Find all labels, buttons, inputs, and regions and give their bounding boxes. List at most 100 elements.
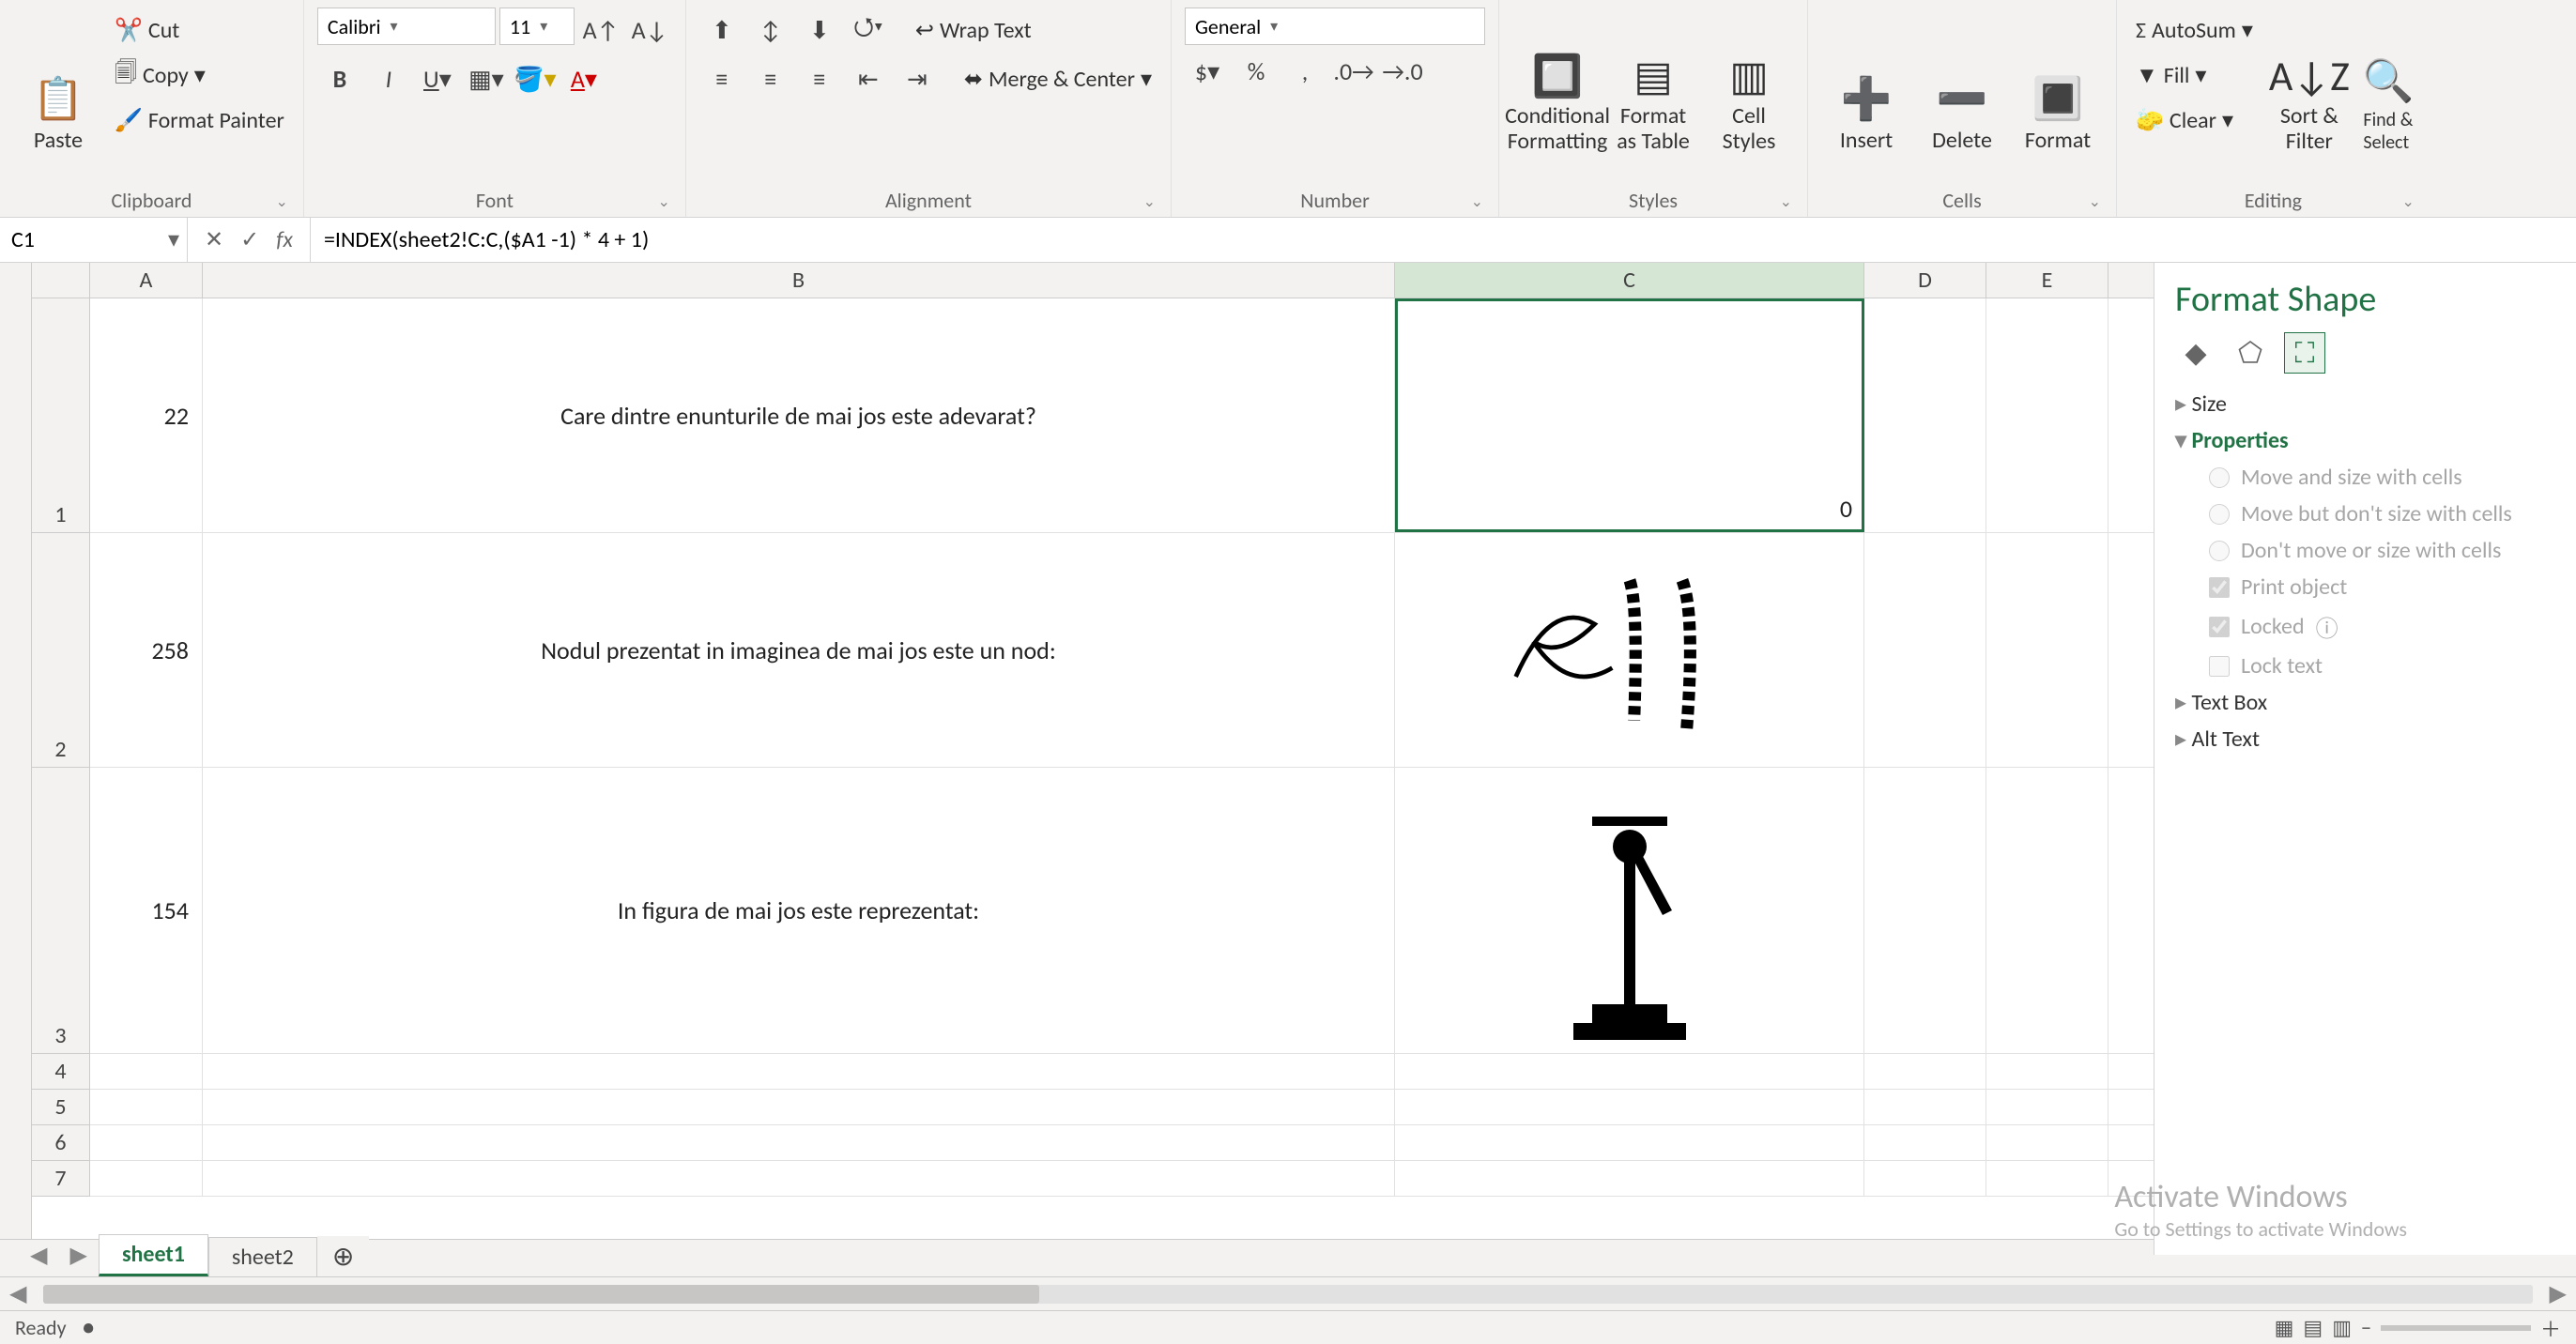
merge-center-button[interactable]: ⬌ Merge & Center▾ bbox=[958, 56, 1158, 101]
row-header[interactable]: 6 bbox=[32, 1125, 90, 1161]
zoom-in-icon[interactable]: ＋ bbox=[2540, 1313, 2561, 1343]
tab-prev-icon[interactable]: ◀ bbox=[19, 1234, 58, 1276]
col-header-d[interactable]: D bbox=[1864, 263, 1986, 298]
effects-tab-icon[interactable]: ⬠ bbox=[2230, 332, 2271, 374]
format-painter-button[interactable]: 🖌️ Format Painter bbox=[109, 98, 290, 143]
sheet-tab-2[interactable]: sheet2 bbox=[208, 1237, 317, 1276]
wrap-text-button[interactable]: ↩ Wrap Text bbox=[910, 8, 1037, 53]
cut-button[interactable]: ✂️ Cut bbox=[109, 8, 290, 53]
view-normal-icon[interactable]: ▦ bbox=[2275, 1315, 2294, 1340]
border-button[interactable]: ▦▾ bbox=[464, 56, 509, 101]
cell-C6[interactable] bbox=[1395, 1125, 1864, 1160]
decrease-font-icon[interactable]: A↓ bbox=[627, 8, 672, 53]
scroll-left-icon[interactable]: ◀ bbox=[0, 1280, 36, 1307]
zoom-out-icon[interactable]: − bbox=[2361, 1315, 2371, 1340]
bold-button[interactable]: B bbox=[317, 56, 362, 101]
percent-icon[interactable]: % bbox=[1234, 49, 1279, 94]
cell-C3[interactable] bbox=[1395, 768, 1864, 1053]
row-header[interactable]: 7 bbox=[32, 1161, 90, 1197]
align-right-icon[interactable]: ≡ bbox=[797, 56, 842, 101]
col-header-b[interactable]: B bbox=[203, 263, 1395, 298]
copy-button[interactable]: 🗐 Copy▾ bbox=[109, 53, 290, 98]
col-header-e[interactable]: E bbox=[1986, 263, 2108, 298]
align-bottom-icon[interactable]: ⬇ bbox=[797, 8, 842, 53]
cell-C4[interactable] bbox=[1395, 1054, 1864, 1089]
format-as-table-button[interactable]: ▤ Format as Table bbox=[1608, 8, 1698, 154]
align-left-icon[interactable]: ≡ bbox=[699, 56, 744, 101]
cell-B1[interactable]: Care dintre enunturile de mai jos este a… bbox=[203, 298, 1395, 532]
sheet-tab-1[interactable]: sheet1 bbox=[99, 1234, 208, 1276]
font-color-button[interactable]: A▾ bbox=[561, 56, 606, 101]
indent-increase-icon[interactable]: ⇥ bbox=[895, 56, 940, 101]
cell-D4[interactable] bbox=[1864, 1054, 1986, 1089]
cell-A7[interactable] bbox=[90, 1161, 203, 1196]
indent-decrease-icon[interactable]: ⇤ bbox=[846, 56, 891, 101]
cell-B6[interactable] bbox=[203, 1125, 1395, 1160]
section-textbox[interactable]: Text Box bbox=[2175, 689, 2555, 716]
align-middle-icon[interactable]: ↕ bbox=[748, 8, 793, 53]
cell-D5[interactable] bbox=[1864, 1090, 1986, 1124]
cell-C5[interactable] bbox=[1395, 1090, 1864, 1124]
name-box[interactable]: C1 bbox=[0, 218, 188, 262]
cell-C2[interactable] bbox=[1395, 533, 1864, 767]
cell-A4[interactable] bbox=[90, 1054, 203, 1089]
cell-D6[interactable] bbox=[1864, 1125, 1986, 1160]
col-header-a[interactable]: A bbox=[90, 263, 203, 298]
cell-D1[interactable] bbox=[1864, 298, 1986, 532]
cell-A1[interactable]: 22 bbox=[90, 298, 203, 532]
cell-E3[interactable] bbox=[1986, 768, 2108, 1053]
hscroll-thumb[interactable] bbox=[43, 1285, 1038, 1304]
cell-E7[interactable] bbox=[1986, 1161, 2108, 1196]
cell-B7[interactable] bbox=[203, 1161, 1395, 1196]
underline-button[interactable]: U▾ bbox=[415, 56, 460, 101]
enter-formula-icon[interactable]: ✓ bbox=[240, 226, 259, 253]
cell-B5[interactable] bbox=[203, 1090, 1395, 1124]
sort-filter-button[interactable]: A↓ZSort & Filter bbox=[2264, 8, 2354, 154]
row-header[interactable]: 1 bbox=[32, 298, 90, 533]
font-name-select[interactable]: Calibri bbox=[317, 8, 496, 45]
zoom-slider[interactable] bbox=[2381, 1325, 2531, 1331]
row-header[interactable]: 5 bbox=[32, 1090, 90, 1125]
section-properties[interactable]: Properties bbox=[2175, 427, 2555, 454]
cell-E1[interactable] bbox=[1986, 298, 2108, 532]
orientation-icon[interactable]: ⭯▾ bbox=[846, 8, 891, 53]
cell-B3[interactable]: In figura de mai jos este reprezentat: bbox=[203, 768, 1395, 1053]
delete-cells-button[interactable]: ➖Delete bbox=[1917, 8, 2007, 154]
fill-line-tab-icon[interactable]: ◆ bbox=[2175, 332, 2216, 374]
row-header[interactable]: 3 bbox=[32, 768, 90, 1054]
increase-decimal-icon[interactable]: .0→ bbox=[1331, 49, 1376, 94]
new-sheet-button[interactable]: ⊕ bbox=[317, 1236, 369, 1276]
autosum-button[interactable]: ΣAutoSum▾ bbox=[2130, 8, 2259, 53]
cell-D3[interactable] bbox=[1864, 768, 1986, 1053]
fx-icon[interactable]: fx bbox=[276, 226, 293, 253]
align-top-icon[interactable]: ⬆ bbox=[699, 8, 744, 53]
format-cells-button[interactable]: 🔳Format bbox=[2013, 8, 2103, 154]
knots-image[interactable] bbox=[1498, 557, 1761, 744]
conditional-formatting-button[interactable]: 🔲 Conditional Formatting bbox=[1512, 8, 1602, 154]
cell-A5[interactable] bbox=[90, 1090, 203, 1124]
cell-E6[interactable] bbox=[1986, 1125, 2108, 1160]
insert-cells-button[interactable]: ➕Insert bbox=[1821, 8, 1911, 154]
cell-E4[interactable] bbox=[1986, 1054, 2108, 1089]
italic-button[interactable]: I bbox=[366, 56, 411, 101]
view-page-break-icon[interactable]: ▥ bbox=[2332, 1315, 2352, 1340]
row-header[interactable]: 4 bbox=[32, 1054, 90, 1090]
cancel-formula-icon[interactable]: ✕ bbox=[205, 226, 223, 253]
cell-C1[interactable]: 0 bbox=[1395, 298, 1864, 532]
clear-button[interactable]: 🧽Clear▾ bbox=[2130, 98, 2259, 143]
cell-E5[interactable] bbox=[1986, 1090, 2108, 1124]
cell-D7[interactable] bbox=[1864, 1161, 1986, 1196]
section-size[interactable]: Size bbox=[2175, 390, 2555, 418]
select-all-corner[interactable] bbox=[0, 263, 32, 1239]
cell-D2[interactable] bbox=[1864, 533, 1986, 767]
currency-icon[interactable]: $▾ bbox=[1185, 49, 1230, 94]
cell-C7[interactable] bbox=[1395, 1161, 1864, 1196]
cell-styles-button[interactable]: ▥ Cell Styles bbox=[1704, 8, 1794, 154]
size-properties-tab-icon[interactable]: ⛶ bbox=[2284, 332, 2325, 374]
cell-B2[interactable]: Nodul prezentat in imaginea de mai jos e… bbox=[203, 533, 1395, 767]
cell-A6[interactable] bbox=[90, 1125, 203, 1160]
paste-button[interactable]: 📋 Paste bbox=[13, 8, 103, 154]
fill-button[interactable]: ▼Fill▾ bbox=[2130, 53, 2259, 98]
macro-record-icon[interactable]: ⏺ bbox=[84, 1315, 94, 1340]
comma-icon[interactable]: , bbox=[1282, 49, 1327, 94]
